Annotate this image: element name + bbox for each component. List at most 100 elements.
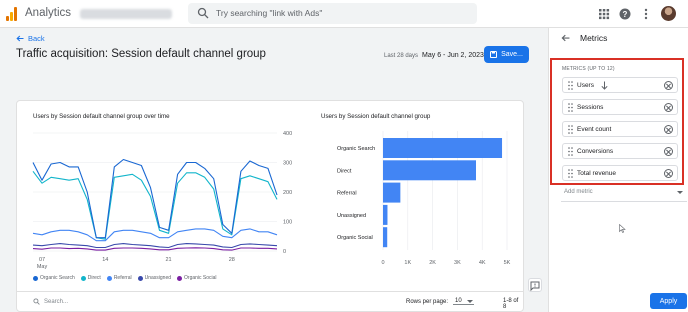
sort-arrow-down-icon[interactable] xyxy=(601,81,608,90)
search-icon xyxy=(33,298,40,305)
metric-chip-sessions[interactable]: Sessions xyxy=(562,99,678,115)
drag-handle-icon[interactable] xyxy=(568,103,573,112)
avatar[interactable] xyxy=(661,6,676,21)
x-tick-label: 28 xyxy=(229,257,235,263)
line-chart-title: Users by Session default channel group o… xyxy=(33,113,170,120)
legend-swatch xyxy=(137,275,143,281)
legend-swatch xyxy=(177,275,183,281)
remove-metric-icon[interactable] xyxy=(664,169,673,178)
legend-label: Organic Social xyxy=(184,275,217,281)
bar-unassigned[interactable] xyxy=(383,204,388,225)
legend-swatch xyxy=(106,275,112,281)
date-range-value: May 6 - Jun 2, 2023 xyxy=(422,52,484,59)
apply-button[interactable]: Apply xyxy=(650,293,687,309)
series-line-organic-search xyxy=(32,158,278,239)
metrics-highlight-box: METRICS (UP TO 12) Users Sessions Event … xyxy=(550,58,684,185)
panel-header: Metrics xyxy=(561,33,607,43)
bar-chart-title: Users by Session default channel group xyxy=(321,113,431,120)
top-actions: ? xyxy=(598,6,676,21)
metric-chip-event-count[interactable]: Event count xyxy=(562,121,678,137)
arrow-back-icon[interactable] xyxy=(561,34,570,42)
category-label: Referral xyxy=(337,191,357,197)
table-search-placeholder: Search... xyxy=(44,298,69,305)
metric-chip-total-revenue[interactable]: Total revenue xyxy=(562,165,678,181)
bar-referral[interactable] xyxy=(383,182,401,203)
feedback-icon xyxy=(530,281,540,292)
metric-name: Users xyxy=(577,82,594,89)
bar-organic-social[interactable] xyxy=(383,227,388,248)
feedback-button[interactable] xyxy=(528,278,542,292)
category-label: Unassigned xyxy=(337,213,366,219)
x-tick-label: 2K xyxy=(429,260,436,266)
more-vert-icon[interactable] xyxy=(640,7,652,21)
legend-label: Direct xyxy=(87,275,101,281)
x-tick-label: 14 xyxy=(102,257,108,263)
legend-item[interactable]: Direct xyxy=(80,275,101,281)
metric-chip-conversions[interactable]: Conversions xyxy=(562,143,678,159)
save-icon xyxy=(490,51,498,58)
x-tick-label: 07 xyxy=(39,257,45,263)
remove-metric-icon[interactable] xyxy=(664,147,673,156)
chart-legend: Organic Search Direct Referral Unassigned Or… xyxy=(33,275,217,281)
line-chart[interactable]: 400 300 200 100 0 07 14 21 28 May xyxy=(31,127,301,275)
rows-per-page-select[interactable]: 10 xyxy=(453,298,474,305)
series-line-referral xyxy=(32,228,278,242)
help-icon[interactable]: ? xyxy=(619,7,631,21)
y-tick-label: 300 xyxy=(283,161,292,167)
page-title: Traffic acquisition: Session default cha… xyxy=(16,48,266,60)
legend-item[interactable]: Unassigned xyxy=(137,275,171,281)
analytics-logo[interactable] xyxy=(6,7,18,21)
add-metric-select[interactable]: Add metric xyxy=(561,186,687,202)
metric-name: Event count xyxy=(577,126,612,133)
category-label: Organic Search xyxy=(337,146,375,152)
legend-item[interactable]: Organic Social xyxy=(177,275,217,281)
category-label: Direct xyxy=(337,168,352,174)
metrics-panel: Metrics METRICS (UP TO 12) Users Session… xyxy=(548,28,688,312)
x-tick-label: 5K xyxy=(504,260,511,266)
metric-name: Sessions xyxy=(577,104,604,111)
save-label: Save... xyxy=(501,51,523,58)
metric-name: Total revenue xyxy=(577,170,617,177)
chart-card: Users by Session default channel group o… xyxy=(16,100,524,312)
x-tick-label: 21 xyxy=(165,257,171,263)
bar-chart[interactable]: 0 1K 2K 3K 4K 5K Organic Search Direct Referral U… xyxy=(317,127,517,277)
back-link[interactable]: Back xyxy=(16,34,45,43)
drag-handle-icon[interactable] xyxy=(568,81,573,90)
drag-handle-icon[interactable] xyxy=(568,147,573,156)
top-bar: Analytics Try searching "link with Ads" … xyxy=(0,0,688,28)
bar-organic-search[interactable] xyxy=(383,138,503,158)
series-line-organic-social xyxy=(32,247,278,251)
report-area: Back Traffic acquisition: Session defaul… xyxy=(0,28,546,312)
legend-item[interactable]: Referral xyxy=(106,275,132,281)
drag-handle-icon[interactable] xyxy=(568,169,573,178)
arrow-back-icon xyxy=(16,35,24,42)
remove-metric-icon[interactable] xyxy=(664,81,673,90)
save-button[interactable]: Save... xyxy=(484,46,529,63)
bar-direct[interactable] xyxy=(383,160,476,181)
back-label: Back xyxy=(28,34,45,43)
apps-grid-icon[interactable] xyxy=(598,7,610,21)
remove-metric-icon[interactable] xyxy=(664,103,673,112)
legend-label: Organic Search xyxy=(40,275,75,281)
y-tick-label: 100 xyxy=(283,220,292,226)
series-line-unassigned xyxy=(32,243,278,249)
metric-chip-users[interactable]: Users xyxy=(562,77,678,93)
category-label: Organic Social xyxy=(337,235,373,241)
legend-swatch xyxy=(33,275,38,281)
drag-handle-icon[interactable] xyxy=(568,125,573,134)
account-selector[interactable] xyxy=(80,9,172,19)
x-tick-label: 3K xyxy=(454,260,461,266)
remove-metric-icon[interactable] xyxy=(664,125,673,134)
x-tick-label: 0 xyxy=(381,260,384,266)
legend-item[interactable]: Organic Search xyxy=(33,275,75,281)
table-search[interactable]: Search... xyxy=(33,298,68,305)
add-metric-label: Add metric xyxy=(564,189,593,195)
table-footer: Search... Rows per page: 10 1-8 of 8 xyxy=(17,291,523,311)
svg-text:?: ? xyxy=(623,10,628,19)
date-range-selector[interactable]: Last 28 days May 6 - Jun 2, 2023 xyxy=(384,52,484,59)
search-icon xyxy=(197,7,209,19)
pagination-range: 1-8 of 8 xyxy=(503,298,519,310)
y-tick-label: 0 xyxy=(283,249,286,255)
mouse-cursor-icon xyxy=(619,224,626,233)
search-input[interactable]: Try searching "link with Ads" xyxy=(188,3,477,24)
